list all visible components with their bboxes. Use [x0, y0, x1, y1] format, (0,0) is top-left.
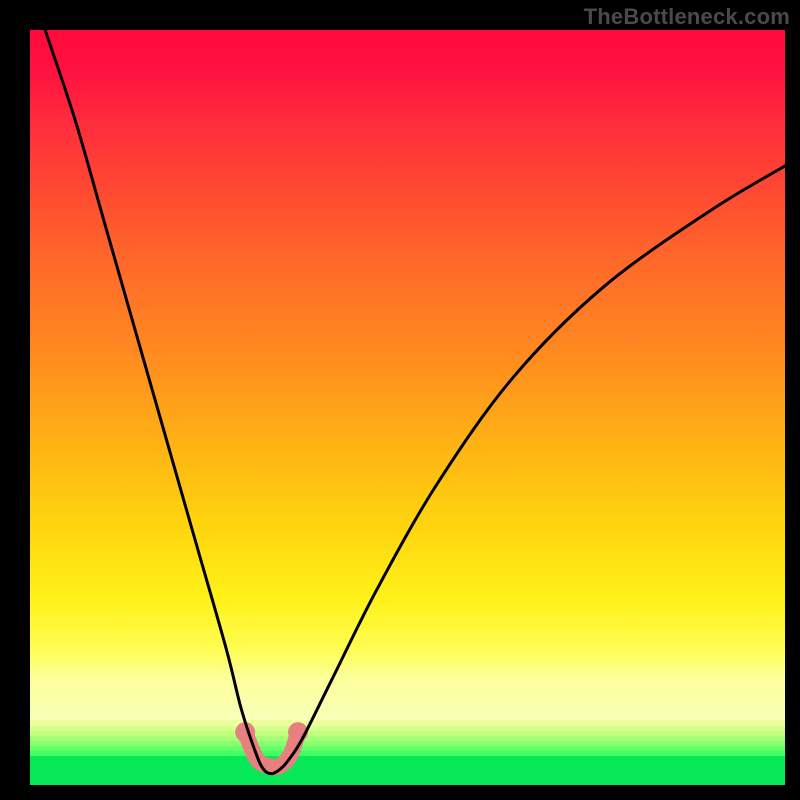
gradient-main [30, 30, 785, 650]
gradient-plateau [30, 650, 785, 720]
watermark-text: TheBottleneck.com [584, 4, 790, 30]
plot-area [30, 30, 785, 785]
gradient-band [30, 756, 785, 785]
chart-frame: TheBottleneck.com [0, 0, 800, 800]
